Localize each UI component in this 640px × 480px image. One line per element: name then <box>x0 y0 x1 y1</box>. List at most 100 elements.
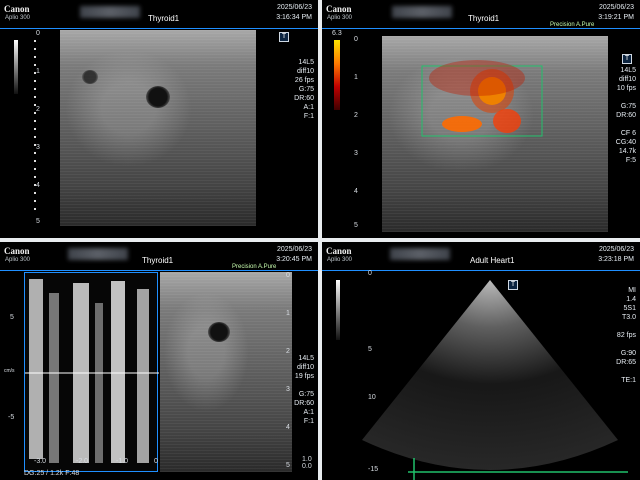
depth-3: 3 <box>36 144 40 151</box>
bottom-value: 1.0 <box>302 456 312 463</box>
param: 14.7k <box>618 148 636 155</box>
param: G:75 <box>298 86 314 93</box>
depth-0: 0 <box>354 36 358 43</box>
param <box>294 381 314 390</box>
model-label: Aplio 300 <box>327 257 353 263</box>
param: 1.4 <box>626 296 636 303</box>
imaging-params: MI 1.4 5S1 T3.0 82 fps G:90 DR:65 TE:1 <box>616 286 636 385</box>
bottom-scale: 1.0 0.0 <box>302 456 312 470</box>
depth-1: 1 <box>286 310 290 317</box>
time-tick: -2.0 <box>76 458 89 465</box>
param: 10 fps <box>616 85 636 92</box>
header-divider <box>0 270 318 271</box>
depth-0: 0 <box>36 30 40 37</box>
doppler-settings: DG:25 / 1.2k F:48 <box>24 470 80 477</box>
grayscale-bar <box>336 280 340 340</box>
param: 26 fps <box>294 77 314 84</box>
depth-5: 5 <box>354 222 358 229</box>
datetime: 2025/06/23 3:16:34 PM <box>276 3 312 23</box>
time: 3:20:45 PM <box>276 256 312 263</box>
datetime: 2025/06/23 3:23:18 PM <box>598 245 634 265</box>
probe-orientation-icon: T <box>279 32 289 42</box>
param: MI <box>628 287 636 294</box>
imaging-params: 14L5 diff10 26 fps G:75 DR:60 A:1 F:1 <box>294 58 314 121</box>
depth-0: 0 <box>368 270 372 277</box>
waveform-peak <box>29 279 43 459</box>
date: 2025/06/23 <box>276 4 312 11</box>
param: 19 fps <box>294 373 314 380</box>
param <box>616 340 636 349</box>
param <box>616 120 636 129</box>
waveform-peak <box>95 303 103 463</box>
param: G:75 <box>298 391 314 398</box>
param: 5S1 <box>623 305 636 312</box>
param: TE:1 <box>621 377 636 384</box>
flow-region <box>493 109 521 133</box>
param <box>616 322 636 331</box>
param: diff10 <box>619 76 636 83</box>
depth-15: -15 <box>368 466 379 473</box>
depth-2: 2 <box>354 112 358 119</box>
depth-1: 1 <box>36 68 40 75</box>
panel-thyroid-color-doppler: Canon Aplio 300 Thyroid1 Precision A.Pur… <box>322 0 640 238</box>
model-label: Aplio 300 <box>5 15 31 21</box>
date: 2025/06/23 <box>598 246 634 253</box>
depth-3: 3 <box>354 150 358 157</box>
flow-region <box>429 60 525 96</box>
time-tick: -1.0 <box>116 458 129 465</box>
velocity-axis-label: cm/s <box>4 368 15 374</box>
header-divider <box>322 28 640 29</box>
depth-0: 0 <box>286 272 290 279</box>
param: 14L5 <box>298 59 314 66</box>
time-tick: 0 <box>154 458 158 465</box>
panel-thyroid-bmode: Canon Aplio 300 Thyroid1 2025/06/23 3:16… <box>0 0 318 238</box>
color-velocity-bar <box>334 40 340 110</box>
depth-2: 2 <box>36 106 40 113</box>
canon-logo: Canon <box>326 246 352 256</box>
exam-title: Adult Heart1 <box>470 256 515 265</box>
param: 14L5 <box>620 67 636 74</box>
grayscale-bar <box>14 40 18 94</box>
param: diff10 <box>297 364 314 371</box>
param: DR:60 <box>294 95 314 102</box>
param: CG:40 <box>615 139 636 146</box>
blurred-patient-info <box>80 6 140 18</box>
waveform-peak <box>49 293 59 463</box>
depth-ruler <box>34 40 36 216</box>
date: 2025/06/23 <box>598 4 634 11</box>
blurred-patient-info <box>392 6 452 18</box>
param <box>616 93 636 102</box>
flow-region <box>442 116 482 132</box>
ultrasound-image <box>160 272 292 472</box>
param: diff10 <box>297 68 314 75</box>
blurred-patient-info <box>390 248 450 260</box>
depth-4: 4 <box>36 182 40 189</box>
canon-logo: Canon <box>4 246 30 256</box>
param: G:75 <box>620 103 636 110</box>
datetime: 2025/06/23 3:20:45 PM <box>276 245 312 265</box>
param: G:90 <box>620 350 636 357</box>
param: A:1 <box>303 409 314 416</box>
param: DR:60 <box>616 112 636 119</box>
depth-4: 4 <box>286 424 290 431</box>
panel-thyroid-pw-doppler: Canon Aplio 300 Thyroid1 Precision A.Pur… <box>0 242 318 480</box>
time: 3:23:18 PM <box>598 256 634 263</box>
model-label: Aplio 300 <box>5 257 31 263</box>
param: DR:60 <box>294 400 314 407</box>
blurred-patient-info <box>68 248 128 260</box>
imaging-params: 14L5 diff10 19 fps G:75 DR:60 A:1 F:1 <box>294 354 314 426</box>
date: 2025/06/23 <box>276 246 312 253</box>
depth-5: 5 <box>36 218 40 225</box>
waveform-peak <box>137 289 149 463</box>
param <box>616 367 636 376</box>
canon-logo: Canon <box>4 4 30 14</box>
probe-orientation-icon: T <box>622 54 632 64</box>
param: T3.0 <box>621 314 636 321</box>
exam-title: Thyroid1 <box>148 14 180 23</box>
nodule-marker <box>208 322 230 342</box>
time: 3:16:34 PM <box>276 14 312 21</box>
depth-10: 10 <box>368 394 376 401</box>
depth-5: 5 <box>286 462 290 469</box>
color-scale-top: 6.3 <box>332 30 342 37</box>
depth-5: 5 <box>368 346 372 353</box>
